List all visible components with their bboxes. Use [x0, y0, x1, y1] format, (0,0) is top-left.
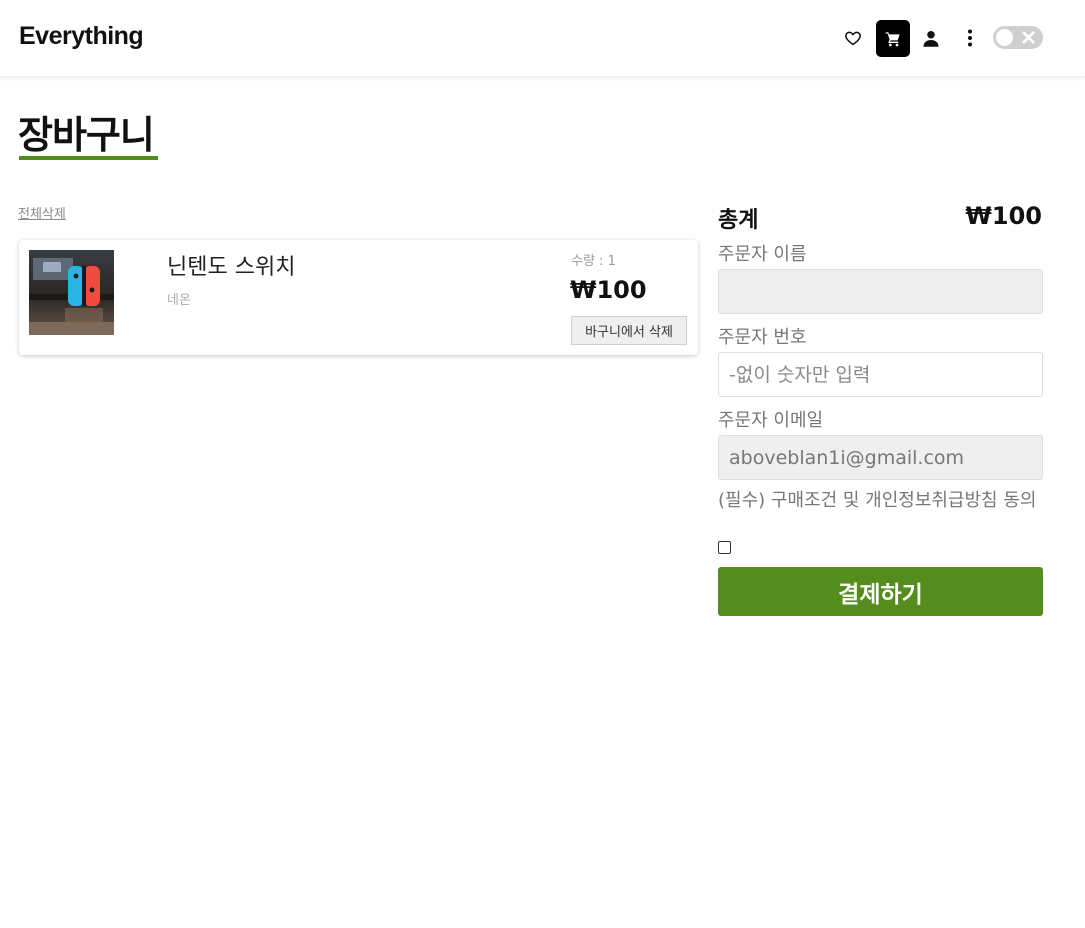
terms-agree-checkbox[interactable]	[718, 541, 731, 554]
page-title: 장바구니	[18, 113, 155, 157]
total-value: ₩100	[965, 202, 1042, 230]
orderer-phone-label: 주문자 번호	[718, 327, 807, 348]
orderer-email-label: 주문자 이메일	[718, 410, 824, 431]
product-option: 네온	[167, 293, 191, 308]
top-navbar: Everything	[0, 0, 1085, 77]
delete-all-button[interactable]: 전체삭제	[18, 203, 66, 222]
product-name[interactable]: 닌텐도 스위치	[167, 249, 295, 281]
orderer-name-label: 주문자 이름	[718, 244, 807, 265]
checkout-button[interactable]: 결제하기	[718, 567, 1043, 616]
title-underline	[19, 156, 158, 160]
terms-agree-label: (필수) 구매조건 및 개인정보취급방침 동의	[718, 490, 1037, 511]
product-thumbnail[interactable]	[29, 250, 114, 335]
cart-icon	[885, 31, 900, 46]
remove-from-cart-button[interactable]: 바구니에서 삭제	[571, 316, 687, 345]
orderer-name-input[interactable]	[718, 269, 1043, 314]
close-icon	[1022, 31, 1035, 44]
orderer-phone-input[interactable]	[718, 352, 1043, 397]
toggle-knob	[996, 29, 1013, 46]
heart-icon[interactable]	[842, 26, 864, 50]
more-vertical-icon[interactable]	[960, 26, 980, 50]
cart-button[interactable]	[876, 20, 910, 57]
site-logo[interactable]: Everything	[19, 22, 144, 51]
cart-item-card: 닌텐도 스위치 네온 수량 : 1 ₩100 바구니에서 삭제	[19, 240, 698, 355]
theme-toggle[interactable]	[993, 26, 1043, 49]
quantity-label: 수량 : 1	[571, 254, 616, 269]
user-icon[interactable]	[920, 26, 942, 50]
total-label: 총계	[718, 208, 759, 233]
product-price: ₩100	[570, 276, 647, 304]
orderer-email-input[interactable]	[718, 435, 1043, 480]
